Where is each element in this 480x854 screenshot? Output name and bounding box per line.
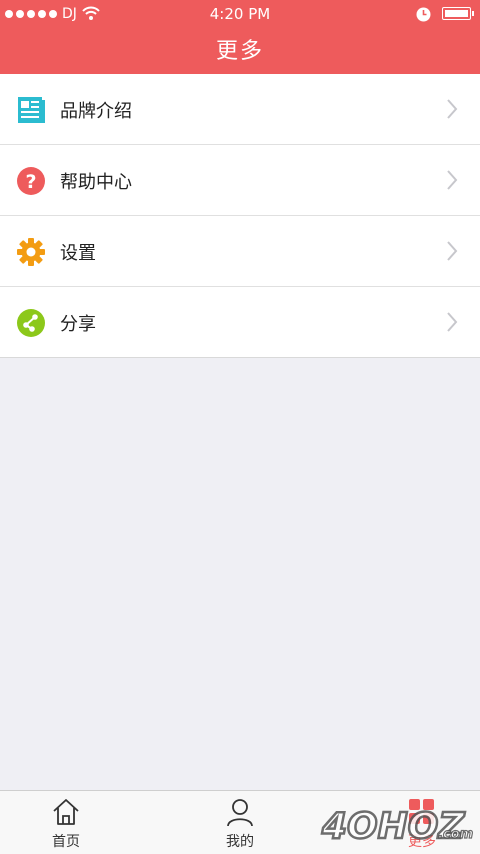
menu-item-label: 帮助中心 — [60, 172, 132, 193]
status-bar: DJ 4:20 PM — [0, 0, 480, 28]
menu-item-help-center[interactable]: ? 帮助中心 — [0, 145, 480, 216]
share-icon — [17, 309, 45, 337]
menu-item-share[interactable]: 分享 — [0, 287, 480, 357]
chevron-right-icon — [447, 99, 458, 119]
status-time: 4:20 PM — [209, 5, 271, 23]
user-icon — [227, 799, 253, 827]
svg-text:.com: .com — [438, 827, 473, 842]
alarm-icon — [416, 7, 431, 22]
gear-icon — [17, 238, 45, 266]
svg-text:?: ? — [25, 171, 36, 193]
tab-label: 我的 — [226, 834, 254, 850]
battery-icon — [442, 7, 474, 20]
tab-label: 首页 — [52, 834, 80, 850]
chevron-right-icon — [447, 170, 458, 190]
tab-home[interactable]: 首页 — [6, 791, 126, 854]
menu-item-settings[interactable]: 设置 — [0, 216, 480, 287]
brand-info-icon — [18, 97, 45, 123]
home-icon — [53, 799, 79, 825]
menu-item-label: 设置 — [60, 243, 96, 264]
help-icon: ? — [17, 167, 45, 195]
tab-mine[interactable]: 我的 — [180, 791, 300, 854]
menu-item-label: 分享 — [60, 314, 96, 335]
menu-list: 品牌介绍 ? 帮助中心 设置 分享 — [0, 74, 480, 358]
chevron-right-icon — [447, 312, 458, 332]
menu-item-label: 品牌介绍 — [60, 101, 132, 122]
watermark-logo: 4OHOZ .com — [320, 805, 474, 848]
page-title: 更多 — [215, 39, 264, 64]
menu-item-brand-info[interactable]: 品牌介绍 — [0, 74, 480, 145]
chevron-right-icon — [447, 241, 458, 261]
header-bar: DJ 4:20 PM 更多 — [0, 0, 480, 74]
